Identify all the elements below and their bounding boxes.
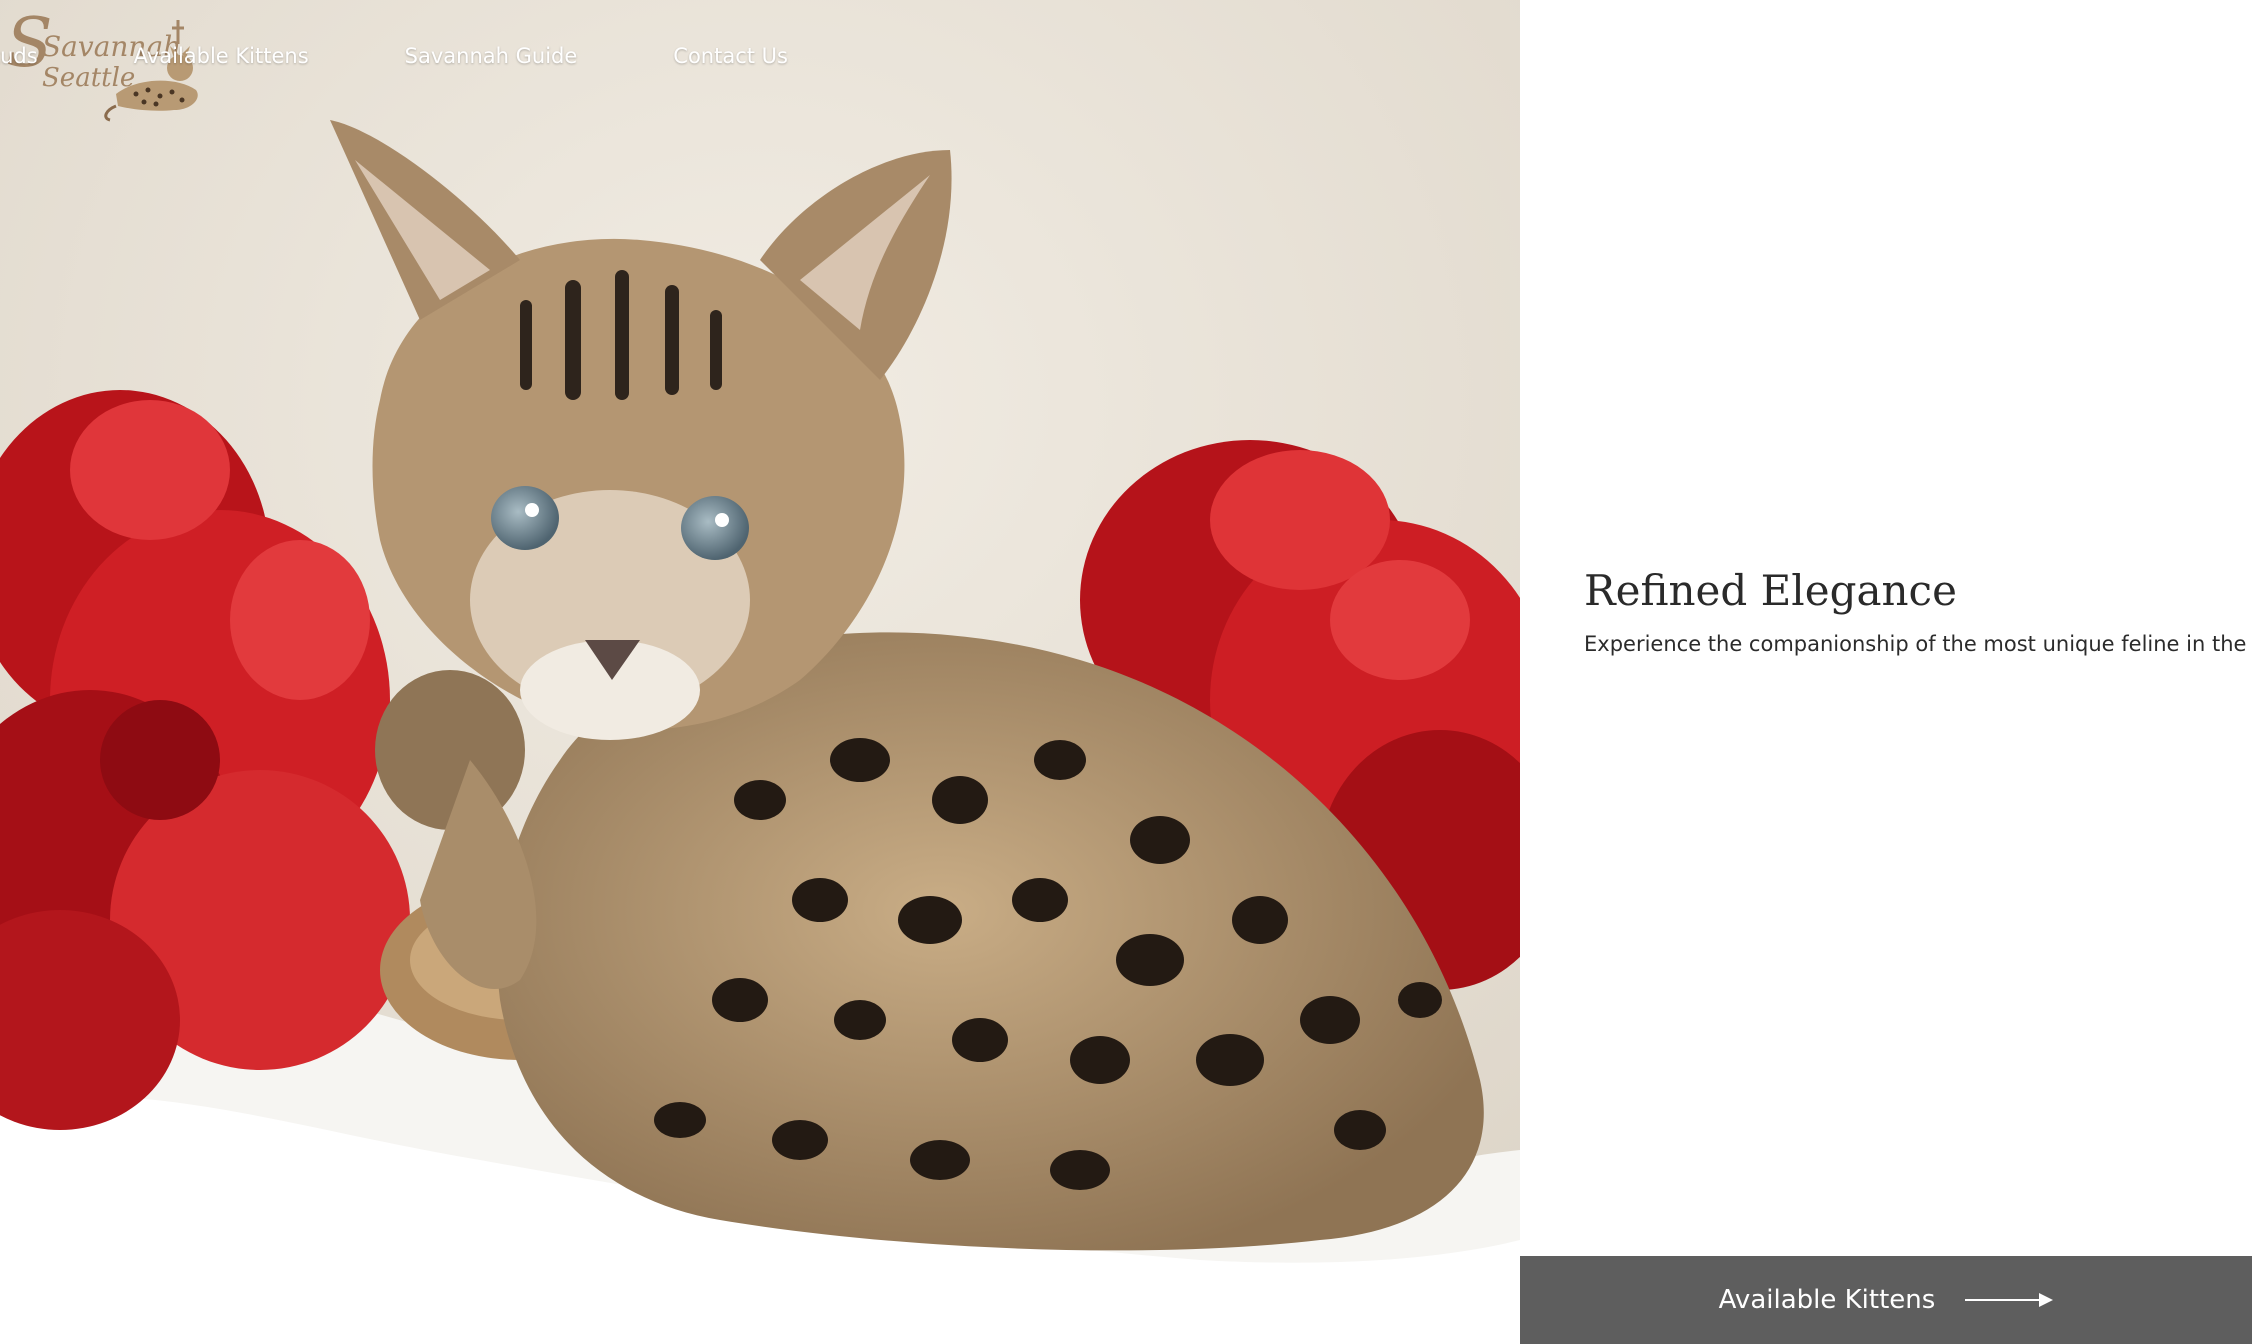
hero-image: S Savannah Seattle Queens & StudsAvailab… xyxy=(0,0,1520,1344)
main-nav: Queens & Studs Available Kittens Savannah … xyxy=(0,40,788,72)
hero-text-panel: Refined Elegance Experience the companio… xyxy=(1520,0,2252,1344)
hero-subtitle: Experience the companionship of the most… xyxy=(1584,632,2252,656)
hero-title: Refined Elegance xyxy=(1584,566,1957,615)
nav-link-available-kittens[interactable]: Available Kittens xyxy=(134,44,309,68)
arrow-right-icon xyxy=(1965,1293,2054,1307)
nav-link-contact-us[interactable]: Contact Us xyxy=(673,44,788,68)
nav-link-queens-studs[interactable]: Queens & Studs xyxy=(0,44,38,68)
available-kittens-button[interactable]: Available Kittens xyxy=(1520,1256,2252,1344)
kitten-photo xyxy=(0,0,1520,1344)
nav-link-savannah-guide[interactable]: Savannah Guide xyxy=(405,44,578,68)
cta-label: Available Kittens xyxy=(1718,1285,1936,1315)
